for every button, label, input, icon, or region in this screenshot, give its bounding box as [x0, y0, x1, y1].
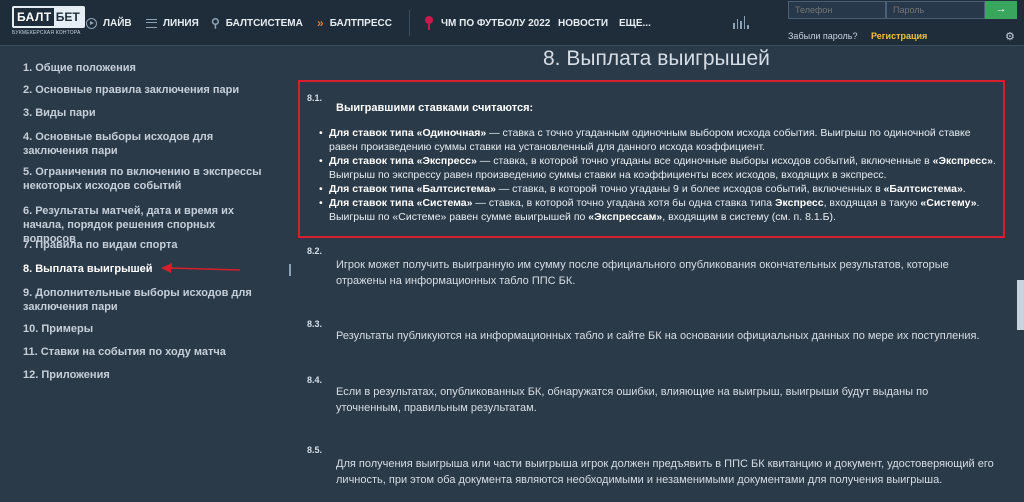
nav-live-label: ЛАЙВ [103, 17, 132, 29]
header-divider [409, 10, 410, 36]
rules-sidebar: 1. Общие положения 2. Основные правила з… [0, 47, 297, 502]
logo-subtitle: БУКМЕКЕРСКАЯ КОНТОРА [12, 30, 81, 36]
rocket-icon: ⚲ [211, 16, 220, 30]
sidebar-item-3[interactable]: 3. Виды пари [23, 106, 263, 120]
sidebar-item-11[interactable]: 11. Ставки на события по ходу матча [23, 345, 263, 359]
main-scrollbar-thumb[interactable] [1017, 280, 1024, 330]
section-8-5-text: Для получения выигрыша или части выигрыш… [336, 458, 994, 486]
nav-baltsistema-label: БАЛТСИСТЕМА [225, 17, 303, 29]
nav-baltpress-label: БАЛТПРЕСС [329, 17, 392, 29]
nav-world-cup-label: ЧМ ПО ФУТБОЛУ 2022 [441, 17, 551, 29]
bullet-system-bold-2: Экспресс [775, 197, 824, 209]
red-arrow-annotation [161, 263, 241, 273]
sidebar-item-9[interactable]: 9. Дополнительные выборы исходов для зак… [23, 286, 263, 314]
nav-baltsistema[interactable]: ⚲ БАЛТСИСТЕМА [211, 15, 303, 31]
bullet-baltsistema-bold-2: «Балтсистема» [883, 183, 963, 195]
bullet-baltsistema-text-1: — ставка, в которой точно угаданы 9 и бо… [495, 183, 884, 195]
password-input[interactable] [886, 1, 985, 19]
nav-news[interactable]: НОВОСТИ [558, 15, 608, 31]
nav-world-cup[interactable]: ЧМ ПО ФУТБОЛУ 2022 [423, 15, 550, 31]
logo-text-a: БАЛТ [17, 10, 52, 24]
bullet-baltsistema-text-2: . [962, 183, 966, 195]
bullet-system-bold-3: «Систему» [920, 197, 977, 209]
section-number-8-4: 8.4. [307, 375, 323, 385]
register-link[interactable]: Регистрация [871, 31, 927, 41]
nav-line-label: ЛИНИЯ [163, 17, 199, 29]
phone-input[interactable] [788, 1, 886, 19]
express-arrows-icon: » [317, 16, 324, 30]
bullet-express-bold-2: «Экспресс» [932, 155, 993, 167]
sidebar-scroll-handle[interactable] [289, 264, 291, 276]
live-play-icon [86, 17, 97, 29]
bullet-baltsistema: Для ставок типа «Балтсистема» — ставка, … [319, 182, 1001, 196]
baltbet-logo[interactable]: БАЛТ БЕТ БУКМЕКЕРСКАЯ КОНТОРА [12, 6, 85, 38]
main-content: 8. Выплата выигрышей 8.1. Выигравшими ст… [298, 47, 1024, 502]
bullet-system-text-4: , входящим в систему (см. п. 8.1.Б). [662, 211, 836, 223]
nav-baltpress[interactable]: » БАЛТПРЕСС [317, 15, 392, 31]
bullet-system-term: Для ставок типа «Система» [329, 197, 473, 209]
list-lines-icon [146, 18, 157, 28]
sidebar-item-4[interactable]: 4. Основные выборы исходов для заключени… [23, 130, 263, 158]
top-header: БАЛТ БЕТ БУКМЕКЕРСКАЯ КОНТОРА ЛАЙВ ЛИНИЯ… [0, 0, 1024, 46]
nav-live[interactable]: ЛАЙВ [86, 15, 132, 31]
bullet-system-text-2: , входящая в такую [823, 197, 921, 209]
section-number-8-5: 8.5. [307, 445, 323, 455]
bullet-system-bold-4: «Экспрессам» [588, 211, 663, 223]
sidebar-item-10[interactable]: 10. Примеры [23, 322, 263, 336]
sidebar-item-7[interactable]: 7. Правила по видам спорта [23, 238, 263, 252]
sidebar-item-2[interactable]: 2. Основные правила заключения пари [23, 83, 263, 97]
section-8-2-text: Игрок может получить выигранную им сумму… [336, 259, 949, 287]
logo-text-b: БЕТ [53, 8, 83, 26]
settings-gear-icon[interactable]: ⚙ [1005, 30, 1015, 43]
section-8-1-title: Выигравшими ставками считаются: [336, 102, 534, 114]
section-8-4-text: Если в результатах, опубликованных БК, о… [336, 386, 929, 414]
nav-line[interactable]: ЛИНИЯ [146, 15, 199, 31]
bullet-system-text-1: — ставка, в которой точно угадана хотя б… [472, 197, 776, 209]
bullet-express: Для ставок типа «Экспресс» — ставка, в к… [319, 154, 1001, 182]
bullet-express-term: Для ставок типа «Экспресс» [329, 155, 477, 167]
sidebar-item-5[interactable]: 5. Ограничения по включению в экспрессы … [23, 165, 263, 193]
nav-more-label: ЕЩЕ... [619, 17, 651, 29]
world-cup-icon [423, 16, 435, 30]
sidebar-item-1[interactable]: 1. Общие положения [23, 61, 263, 75]
bullet-single: Для ставок типа «Одиночная» — ставка с т… [319, 126, 1001, 154]
forgot-password-link[interactable]: Забыли пароль? [788, 31, 857, 41]
section-number-8-2: 8.2. [307, 246, 323, 256]
winning-bets-list: Для ставок типа «Одиночная» — ставка с т… [319, 126, 1001, 224]
section-number-8-1: 8.1. [307, 93, 323, 103]
bullet-express-text-1: — ставка, в которой точно угаданы все од… [476, 155, 933, 167]
login-button[interactable]: → [985, 1, 1017, 19]
bullet-system: Для ставок типа «Система» — ставка, в ко… [319, 196, 1001, 224]
section-8-3-text: Результаты публикуются на информационных… [336, 330, 980, 342]
logo-box: БАЛТ БЕТ [12, 6, 85, 28]
nav-more[interactable]: ЕЩЕ... [619, 15, 651, 31]
nav-news-label: НОВОСТИ [558, 17, 609, 29]
section-number-8-3: 8.3. [307, 319, 323, 329]
bullet-single-term: Для ставок типа «Одиночная» [329, 127, 487, 139]
sidebar-item-12[interactable]: 12. Приложения [23, 368, 263, 382]
statistics-icon[interactable] [733, 15, 749, 29]
bullet-baltsistema-term: Для ставок типа «Балтсистема» [329, 183, 496, 195]
page-title: 8. Выплата выигрышей [543, 47, 770, 70]
